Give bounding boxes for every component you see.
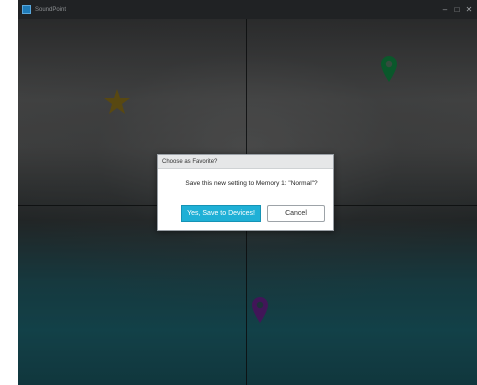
- app-logo-icon: [22, 5, 31, 14]
- dialog-header: Choose as Favorite?: [158, 155, 333, 169]
- title-bar[interactable]: SoundPoint – □ ✕: [18, 0, 477, 19]
- window-controls: – □ ✕: [439, 0, 475, 19]
- dialog-title: Choose as Favorite?: [162, 158, 218, 165]
- favorite-dialog: Choose as Favorite? Save this new settin…: [157, 154, 334, 231]
- save-to-devices-button[interactable]: Yes, Save to Devices!: [181, 205, 261, 222]
- window-title: SoundPoint: [35, 6, 67, 13]
- maximize-button[interactable]: □: [451, 0, 463, 19]
- cancel-button[interactable]: Cancel: [267, 205, 325, 222]
- close-button[interactable]: ✕: [463, 0, 475, 19]
- minimize-button[interactable]: –: [439, 0, 451, 19]
- dialog-message: Save this new setting to Memory 1: "Norm…: [185, 180, 318, 187]
